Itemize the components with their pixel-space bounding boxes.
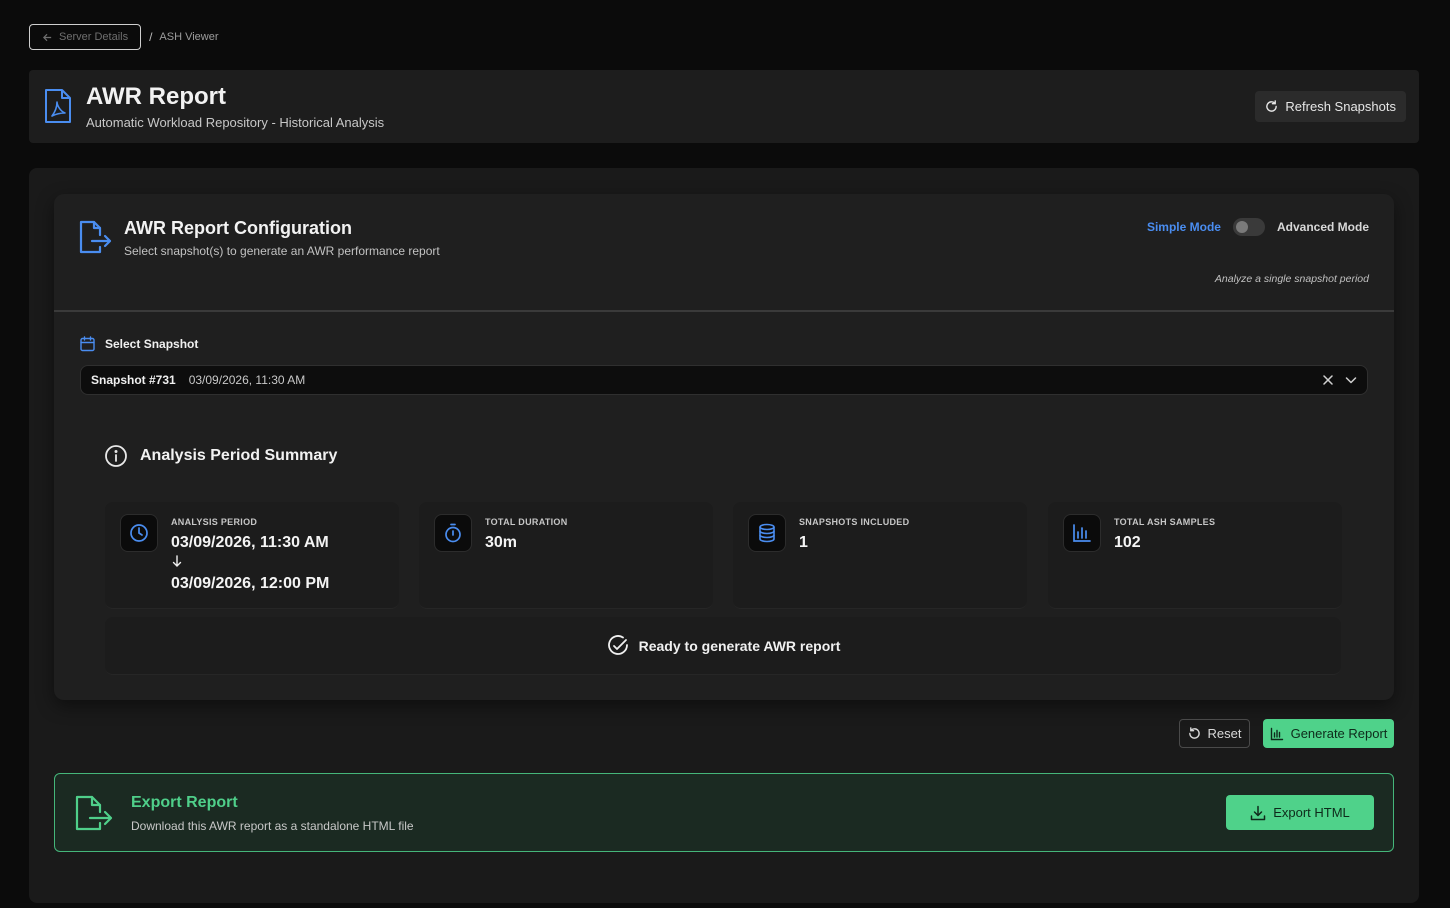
generate-report-button[interactable]: Generate Report	[1263, 719, 1394, 748]
stat-total-duration: TOTAL DURATION 30m	[419, 502, 713, 609]
awr-config-card: AWR Report Configuration Select snapshot…	[54, 194, 1394, 700]
summary-header: Analysis Period Summary	[104, 444, 337, 468]
database-icon	[757, 523, 777, 543]
export-subtitle: Download this AWR report as a standalone…	[131, 819, 414, 833]
generate-report-label: Generate Report	[1290, 726, 1388, 741]
breadcrumb: Server Details / ASH Viewer	[29, 24, 219, 50]
config-title: AWR Report Configuration	[124, 218, 352, 238]
stat-value: 03/09/2026, 11:30 AM	[171, 534, 329, 551]
snapshot-select[interactable]: Snapshot #731 03/09/2026, 11:30 AM	[80, 365, 1368, 395]
bar-chart-icon	[1270, 727, 1284, 741]
divider	[54, 310, 1394, 312]
stat-label: TOTAL DURATION	[485, 517, 568, 527]
stopwatch-icon	[443, 523, 463, 543]
clear-icon[interactable]	[1322, 374, 1334, 386]
calendar-icon	[80, 336, 95, 352]
refresh-icon	[1265, 100, 1278, 113]
toggle-knob	[1235, 221, 1248, 233]
stat-label: ANALYSIS PERIOD	[171, 517, 258, 527]
export-html-label: Export HTML	[1273, 805, 1350, 820]
export-report-card: Export Report Download this AWR report a…	[54, 773, 1394, 852]
info-icon	[104, 444, 128, 468]
back-button-label: Server Details	[59, 31, 129, 43]
stat-total-ash-samples: TOTAL ASH SAMPLES 102	[1048, 502, 1342, 609]
main-panel: AWR Report Configuration Select snapshot…	[29, 168, 1419, 903]
selected-snapshot-date: 03/09/2026, 11:30 AM	[188, 373, 306, 387]
reset-button[interactable]: Reset	[1179, 719, 1250, 748]
download-icon	[1250, 805, 1266, 821]
export-title: Export Report	[131, 794, 238, 811]
file-export-icon	[74, 794, 114, 832]
select-snapshot-label: Select Snapshot	[105, 337, 199, 351]
refresh-snapshots-button[interactable]: Refresh Snapshots	[1255, 91, 1406, 122]
check-circle-icon	[606, 634, 630, 658]
stat-value: 102	[1114, 534, 1141, 551]
select-snapshot-label-row: Select Snapshot	[80, 336, 198, 352]
mode-switcher: Simple Mode Advanced Mode	[1147, 218, 1369, 236]
export-html-button[interactable]: Export HTML	[1226, 795, 1374, 830]
reset-label: Reset	[1207, 726, 1242, 741]
stat-label: TOTAL ASH SAMPLES	[1114, 517, 1216, 527]
back-to-server-details-button[interactable]: Server Details	[29, 24, 142, 50]
stat-snapshots-included: SNAPSHOTS INCLUDED 1	[733, 502, 1027, 609]
mode-hint: Analyze a single snapshot period	[1214, 273, 1369, 285]
breadcrumb-separator: /	[149, 30, 153, 44]
breadcrumb-current: ASH Viewer	[159, 31, 219, 43]
reset-icon	[1188, 727, 1201, 740]
advanced-mode-label[interactable]: Advanced Mode	[1277, 220, 1369, 234]
summary-title: Analysis Period Summary	[140, 447, 338, 464]
bar-chart-icon	[1072, 523, 1092, 543]
config-subtitle: Select snapshot(s) to generate an AWR pe…	[124, 244, 440, 258]
refresh-snapshots-label: Refresh Snapshots	[1285, 99, 1396, 114]
stat-label: SNAPSHOTS INCLUDED	[799, 517, 910, 527]
ready-text: Ready to generate AWR report	[638, 637, 841, 654]
arrow-down-icon	[171, 555, 183, 568]
page-subtitle: Automatic Workload Repository - Historic…	[86, 115, 385, 130]
file-pdf-icon	[43, 88, 73, 124]
stat-value: 30m	[485, 534, 518, 551]
selected-snapshot-id: Snapshot #731	[91, 373, 176, 387]
stat-value: 1	[799, 534, 808, 551]
file-export-icon	[78, 219, 112, 255]
stat-analysis-period: ANALYSIS PERIOD 03/09/2026, 11:30 AM 03/…	[105, 502, 399, 609]
page-header: AWR Report Automatic Workload Repository…	[29, 70, 1419, 143]
simple-mode-label[interactable]: Simple Mode	[1147, 220, 1221, 234]
stat-value-end: 03/09/2026, 12:00 PM	[171, 575, 330, 592]
clock-icon	[129, 523, 149, 543]
ready-status: Ready to generate AWR report	[105, 617, 1341, 675]
arrow-left-icon	[42, 32, 53, 43]
page-title: AWR Report	[86, 83, 226, 110]
chevron-down-icon[interactable]	[1345, 374, 1357, 386]
mode-toggle[interactable]	[1232, 218, 1265, 236]
